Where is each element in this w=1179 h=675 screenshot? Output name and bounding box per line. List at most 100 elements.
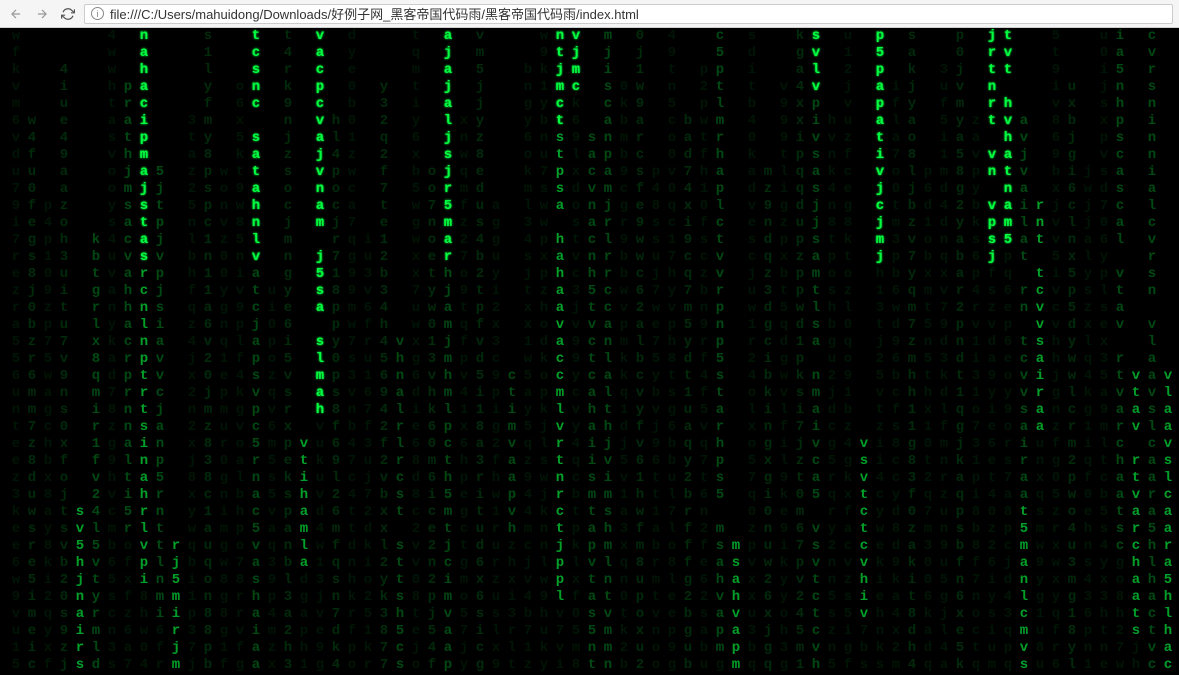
matrix-char: l [136, 521, 152, 538]
matrix-char: a [1128, 504, 1144, 521]
matrix-char: w [776, 368, 792, 385]
matrix-char: 8 [904, 453, 920, 470]
matrix-char: 7 [904, 317, 920, 334]
matrix-column: vsvtctcvhiv7bs5 [856, 28, 872, 675]
matrix-char: a [120, 317, 136, 334]
matrix-char: f [696, 147, 712, 164]
matrix-char: b [856, 640, 872, 657]
matrix-char: r [72, 640, 88, 657]
matrix-char: h [1112, 453, 1128, 470]
matrix-char: n [584, 249, 600, 266]
matrix-char: v [232, 283, 248, 300]
matrix-char: y [568, 368, 584, 385]
matrix-char: 1 [632, 470, 648, 487]
address-bar[interactable]: i file:///C:/Users/mahuidong/Downloads/好… [84, 4, 1173, 24]
matrix-char: 9 [344, 283, 360, 300]
matrix-char: c [680, 249, 696, 266]
reload-button[interactable] [58, 4, 78, 24]
matrix-char: h [72, 555, 88, 572]
info-icon[interactable]: i [91, 7, 104, 20]
matrix-char: 3 [1096, 589, 1112, 606]
matrix-char: z [1048, 504, 1064, 521]
matrix-char: v [1144, 385, 1160, 402]
matrix-char: x [120, 572, 136, 589]
matrix-char: c [248, 96, 264, 113]
matrix-char: c [200, 487, 216, 504]
matrix-char: 6 [152, 623, 168, 640]
matrix-char: t [408, 28, 424, 45]
matrix-char: o [744, 436, 760, 453]
matrix-column: vlaavslcaara5hlhact [1160, 28, 1176, 675]
matrix-char: i [360, 555, 376, 572]
matrix-char: m [216, 402, 232, 419]
matrix-char: n [616, 572, 632, 589]
matrix-char: 7 [664, 249, 680, 266]
matrix-char: p [456, 470, 472, 487]
matrix-char: e [1096, 317, 1112, 334]
matrix-char: d [744, 45, 760, 62]
matrix-char: y [1064, 640, 1080, 657]
matrix-char: 2 [696, 79, 712, 96]
matrix-char: x [56, 436, 72, 453]
back-button[interactable] [6, 4, 26, 24]
matrix-char: v [744, 555, 760, 572]
matrix-char: s [24, 521, 40, 538]
matrix-char: l [552, 589, 568, 606]
matrix-char: l [600, 232, 616, 249]
matrix-char: g [488, 419, 504, 436]
matrix-char: j [440, 283, 456, 300]
matrix-char: 1 [840, 385, 856, 402]
matrix-char: p [296, 623, 312, 640]
forward-button[interactable] [32, 4, 52, 24]
matrix-char: 6 [376, 368, 392, 385]
matrix-char: a [504, 470, 520, 487]
matrix-char: s [1112, 181, 1128, 198]
matrix-char: o [200, 572, 216, 589]
matrix-char: 4 [344, 436, 360, 453]
matrix-char: 8 [184, 470, 200, 487]
matrix-char: r [136, 266, 152, 283]
matrix-char: s [1112, 130, 1128, 147]
matrix-char: k [328, 640, 344, 657]
matrix-char: 5 [1048, 487, 1064, 504]
matrix-char: b [968, 198, 984, 215]
matrix-char: z [760, 266, 776, 283]
matrix-char: u [744, 283, 760, 300]
matrix-char: b [616, 147, 632, 164]
matrix-char: j [440, 538, 456, 555]
matrix-char: d [472, 181, 488, 198]
matrix-char: m [904, 351, 920, 368]
matrix-char: e [664, 589, 680, 606]
matrix-char: 7 [104, 385, 120, 402]
matrix-char: v [552, 317, 568, 334]
matrix-char: 5 [520, 368, 536, 385]
matrix-char: x [568, 572, 584, 589]
matrix-char: y [984, 589, 1000, 606]
matrix-char: d [1096, 181, 1112, 198]
matrix-char: 9 [312, 640, 328, 657]
matrix-char: o [232, 538, 248, 555]
matrix-char: u [680, 402, 696, 419]
matrix-char: y [1000, 385, 1016, 402]
matrix-char: 8 [136, 589, 152, 606]
matrix-char: a [120, 113, 136, 130]
matrix-char: t [504, 385, 520, 402]
matrix-char: p [968, 266, 984, 283]
matrix-char: m [440, 504, 456, 521]
matrix-char: v [1112, 266, 1128, 283]
matrix-char: l [88, 640, 104, 657]
matrix-char: t [552, 45, 568, 62]
matrix-char: e [280, 300, 296, 317]
matrix-char: r [600, 249, 616, 266]
matrix-char: r [1128, 521, 1144, 538]
matrix-char: y [1080, 266, 1096, 283]
matrix-char: v [792, 572, 808, 589]
matrix-char: s [120, 198, 136, 215]
matrix-char: 0 [696, 198, 712, 215]
matrix-char: r [712, 419, 728, 436]
matrix-char: o [424, 232, 440, 249]
matrix-char: y [904, 96, 920, 113]
matrix-char: 1 [488, 504, 504, 521]
matrix-char: w [616, 283, 632, 300]
matrix-char: h [872, 266, 888, 283]
